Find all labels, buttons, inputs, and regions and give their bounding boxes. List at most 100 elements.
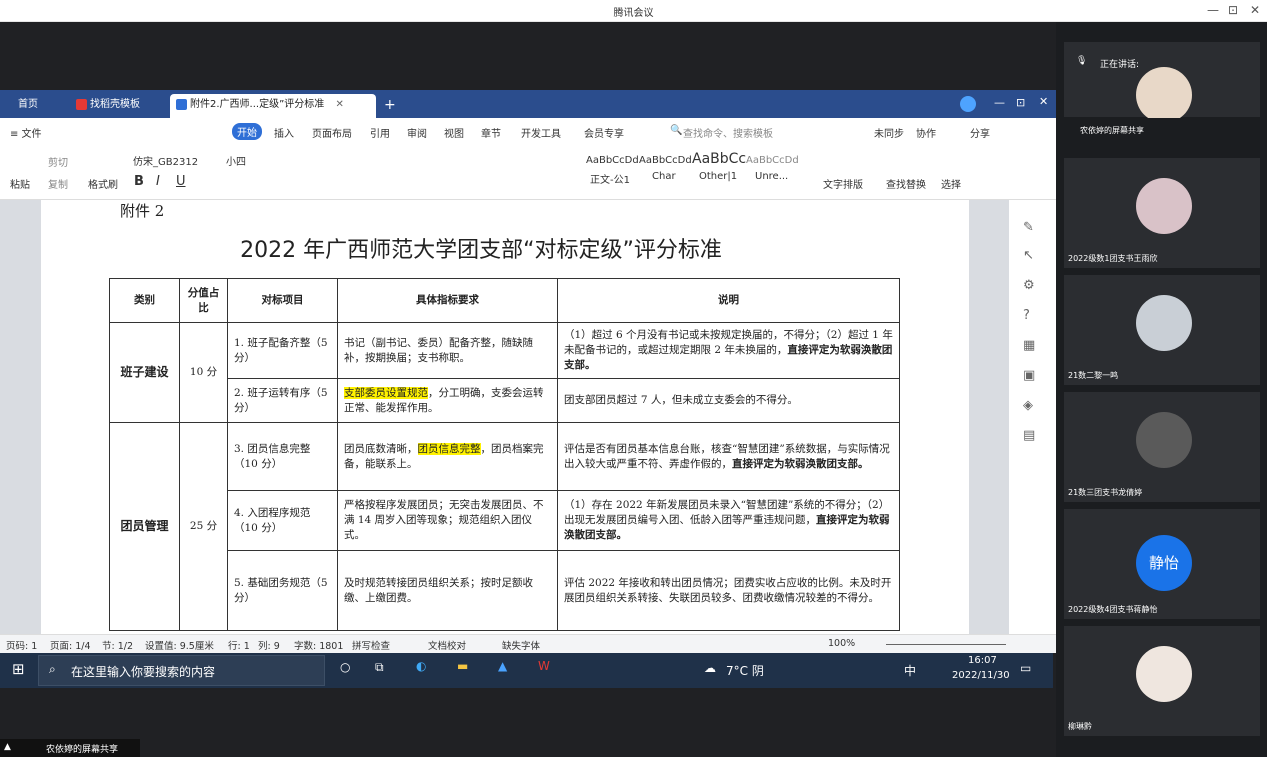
copy-button[interactable]: 复制 [48,176,68,191]
windows-start-icon[interactable]: ⊞ [12,660,25,678]
compass-icon[interactable]: ◈ [1023,398,1033,413]
maximize-button[interactable]: ⊡ [1228,3,1238,17]
note-bold-text: 直接评定为软弱涣散团支部。 [732,457,869,470]
task-view-icon[interactable]: ⧉ [375,660,384,675]
underline-icon[interactable]: U [176,174,186,189]
taskbar-search-text: 在这里输入你要搜索的内容 [71,665,216,679]
paste-button[interactable]: 粘贴 [10,176,30,191]
weather-text[interactable]: 7°C 阴 [726,662,764,679]
header-score: 分值占比 [179,278,228,323]
style-normal-preview[interactable]: AaBbCcDd [586,155,639,166]
menu-insert[interactable]: 插入 [274,125,294,140]
wps-app-icon[interactable]: W [538,659,550,673]
window-min-icon[interactable]: — [994,96,1005,109]
new-tab-button[interactable]: + [378,94,398,118]
status-setting: 设置值: 9.5厘米 [145,641,214,652]
select-button[interactable]: 选择 [941,176,961,191]
menu-layout[interactable]: 页面布局 [312,125,352,140]
menu-start[interactable]: 开始 [232,123,262,140]
menu-references[interactable]: 引用 [370,125,390,140]
participant-tile[interactable]: 静怡 2022级数4团支书蒋静怡 [1064,509,1260,619]
command-search[interactable]: 查找命令、搜索模板 [683,125,773,140]
window-close-icon[interactable]: ✕ [1039,95,1048,108]
share-button[interactable]: 分享 [970,125,990,140]
menu-file[interactable]: ≡ 文件 [10,125,42,140]
participant-tile[interactable]: 21数二黎一鸣 [1064,275,1260,385]
window-max-icon[interactable]: ⊡ [1016,96,1025,109]
style-gallery: AaBbCcDd 正文-公1 AaBbCcDd Char AaBbCc Othe… [581,149,806,191]
bold-icon[interactable]: B [134,174,144,189]
cortana-icon[interactable]: ○ [340,660,350,674]
menu-chapter[interactable]: 章节 [481,125,501,140]
requirement-text: 团员底数清晰， [344,442,418,455]
participants-panel: 🎙 正在讲话: 农依婷的屏幕共享 2022级数1团支书王雨欣 21数二黎一鸣 2… [1056,22,1267,757]
italic-icon[interactable]: I [156,174,160,189]
settings-icon[interactable]: ⚙ [1023,278,1035,293]
window-titlebar: 腾讯会议 — ⊡ ✕ [0,0,1267,22]
requirement-text: 书记（副书记、委员）配备齐整，随缺随补，按期换届；支书称职。 [344,336,533,364]
avatar-initials: 静怡 [1136,535,1192,591]
tab-home[interactable]: 首页 [12,94,62,118]
clock-time: 16:07 [968,655,997,666]
participant-name: 21数二黎一鸣 [1068,371,1119,380]
sync-status[interactable]: 未同步 [874,125,904,140]
zoom-level[interactable]: 100% [828,638,855,649]
requirement-cell: 团员底数清晰，团员信息完整，团员档案完备，能联系上。 [337,422,558,491]
font-size-select[interactable]: 小四 [226,153,246,168]
score-cell: 10 分 [179,322,228,423]
proofread-button[interactable]: 文档校对 [428,638,466,652]
tab-template-label: 找稻壳模板 [90,99,140,110]
font-select[interactable]: 仿宋_GB2312 [133,153,198,168]
participant-tile[interactable]: 农依婷的屏幕共享 [1064,118,1260,142]
meeting-app-icon[interactable]: ▲ [498,659,507,673]
cursor-icon[interactable]: ↖ [1023,248,1034,263]
participant-tile[interactable]: 柳琳黔 [1064,626,1260,736]
participant-name: 2022级数1团支书王雨欣 [1068,254,1158,263]
collab-button[interactable]: 协作 [916,125,936,140]
close-tab-icon[interactable]: ✕ [335,99,343,110]
menu-review[interactable]: 审阅 [407,125,427,140]
avatar [1136,178,1192,234]
format-painter-button[interactable]: 格式刷 [88,176,118,191]
status-words: 字数: 1801 [294,641,344,652]
help-icon[interactable]: ? [1023,308,1030,323]
zoom-slider[interactable] [886,644,1006,645]
ime-indicator[interactable]: 中 [904,662,916,679]
menu-view[interactable]: 视图 [444,125,464,140]
pen-icon[interactable]: ✎ [1023,220,1034,235]
image-icon[interactable]: ▣ [1023,368,1035,383]
close-button[interactable]: ✕ [1250,3,1260,17]
spellcheck-button[interactable]: 拼写检查 [352,638,390,652]
edge-icon[interactable]: ◐ [416,659,426,673]
menu-dev-tools[interactable]: 开发工具 [521,125,561,140]
item-cell: 5. 基础团务规范（5 分） [227,550,338,631]
taskbar-search[interactable]: ⌕ 在这里输入你要搜索的内容 [38,655,325,686]
minimize-button[interactable]: — [1207,3,1219,17]
note-cell: （1）超过 6 个月没有书记或未按规定换届的，不得分；（2）超过 1 年未配备书… [557,322,900,379]
avatar [1136,646,1192,702]
participant-tile[interactable]: 21数三团支书龙倩婷 [1064,392,1260,502]
search-icon[interactable]: 🔍 [670,125,682,136]
text-layout-button[interactable]: 文字排版 [823,176,863,191]
cut-button[interactable]: 剪切 [48,154,68,169]
menu-vip[interactable]: 会员专享 [584,125,624,140]
tab-template[interactable]: 找稻壳模板 [70,94,166,118]
requirement-cell: 书记（副书记、委员）配备齐整，随缺随补，按期换届；支书称职。 [337,322,558,379]
mic-icon: 🎙 [1076,56,1088,66]
participant-tile[interactable]: 2022级数1团支书王雨欣 [1064,158,1260,268]
avatar[interactable] [960,96,976,112]
style-char-preview[interactable]: AaBbCcDd [639,155,692,166]
tab-document[interactable]: 附件2.广西师...定级”评分标准 ✕ [170,94,376,118]
file-explorer-icon[interactable]: ▬ [457,659,468,673]
find-replace-button[interactable]: 查找替换 [886,176,926,191]
style-unre-preview[interactable]: AaBbCcDd [746,155,799,166]
notification-icon[interactable]: ▭ [1020,661,1031,675]
note-cell: 评估是否有团员基本信息台账，核查“智慧团建”系统数据，与实际情况出入较大或严重不… [557,422,900,491]
book-icon[interactable]: ▤ [1023,428,1035,443]
header-note: 说明 [557,278,900,323]
missing-font-button[interactable]: 缺失字体 [502,638,540,652]
table-icon[interactable]: ▦ [1023,338,1035,353]
style-unre-name: Unre... [755,171,789,182]
table-row: 班子建设 10 分 1. 班子配备齐整（5 分） 书记（副书记、委员）配备齐整，… [109,322,900,423]
style-other-preview[interactable]: AaBbCc [692,151,746,167]
